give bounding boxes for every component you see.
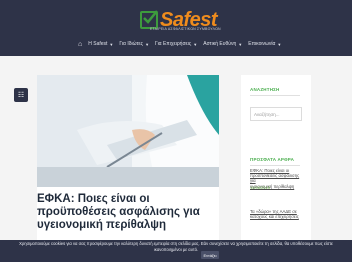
title-line: προϋποθέσεις ασφάλισης για — [37, 206, 200, 218]
nav-item-safest[interactable]: Η Safest ▼ — [88, 41, 113, 47]
nav-label: Για Ιδιώτες — [119, 41, 144, 47]
caret-down-icon: ▼ — [145, 41, 150, 47]
divider — [250, 165, 300, 166]
caret-down-icon: ▼ — [238, 41, 243, 47]
nav-label: Η Safest — [88, 41, 108, 47]
caret-down-icon: ▼ — [109, 41, 114, 47]
post-line: προϋποθέσεις ασφάλισης για — [250, 173, 300, 184]
nav-item-liability[interactable]: Αστική Ευθύνη ▼ — [203, 41, 242, 47]
cookie-message: Χρησιμοποιούμε cookies για να σας προσφέ… — [4, 241, 348, 253]
article-hero-image[interactable] — [37, 75, 219, 187]
nav-item-individuals[interactable]: Για Ιδιώτες ▼ — [119, 41, 149, 47]
caret-down-icon: ▼ — [277, 41, 282, 47]
nav-item-contact[interactable]: Επικοινωνία ▼ — [248, 41, 281, 47]
cookie-line: ικανοποιημένοι με αυτό. — [153, 247, 199, 252]
recent-posts-title: ΠΡΟΣΦΑΤΑ ΑΡΘΡΑ — [250, 157, 295, 162]
nav-item-businesses[interactable]: Για Επιχειρήσεις ▼ — [155, 41, 197, 47]
post-line: κατόχους και επιχειρήσεις — [250, 214, 299, 220]
title-line: ΕΦΚΑ: Ποιες είναι οι — [37, 193, 150, 205]
article-title[interactable]: ΕΦΚΑ: Ποιες είναι οι προϋποθέσεις ασφάλι… — [37, 193, 219, 232]
sidebar-toggle-button[interactable]: ☷ — [14, 88, 28, 102]
caret-down-icon: ▼ — [193, 41, 198, 47]
nav-label: Για Επιχειρήσεις — [155, 41, 192, 47]
home-icon[interactable]: ⌂ — [78, 41, 82, 48]
nav-label: Επικοινωνία — [248, 41, 276, 47]
search-widget-title: ΑΝΑΖΗΤΗΣΗ — [250, 87, 280, 92]
brand-tagline: ΕΤΑΙΡΕΙΑ ΑΣΦΑΛΙΣΤΙΚΩΝ ΣΥΜΒΟΥΛΩΝ — [150, 27, 221, 31]
search-input[interactable]: Αναζήτηση... — [250, 107, 302, 121]
search-placeholder: Αναζήτηση... — [254, 112, 280, 117]
recent-post-link[interactable]: Τα «δώρα» της ΑΑΔΕ σε κατόχους και επιχε… — [250, 209, 305, 219]
title-line: υγειονομική περίθαλψη — [37, 219, 166, 231]
nav-label: Αστική Ευθύνη — [203, 41, 237, 47]
menu-icon: ☷ — [17, 92, 25, 99]
main-nav: ⌂ Η Safest ▼ Για Ιδιώτες ▼ Για Επιχειρήσει… — [78, 38, 281, 50]
cookie-accept-button[interactable]: Εντάξει — [201, 251, 219, 259]
post-date: 10/06/2019 — [250, 185, 271, 190]
divider — [250, 95, 300, 96]
